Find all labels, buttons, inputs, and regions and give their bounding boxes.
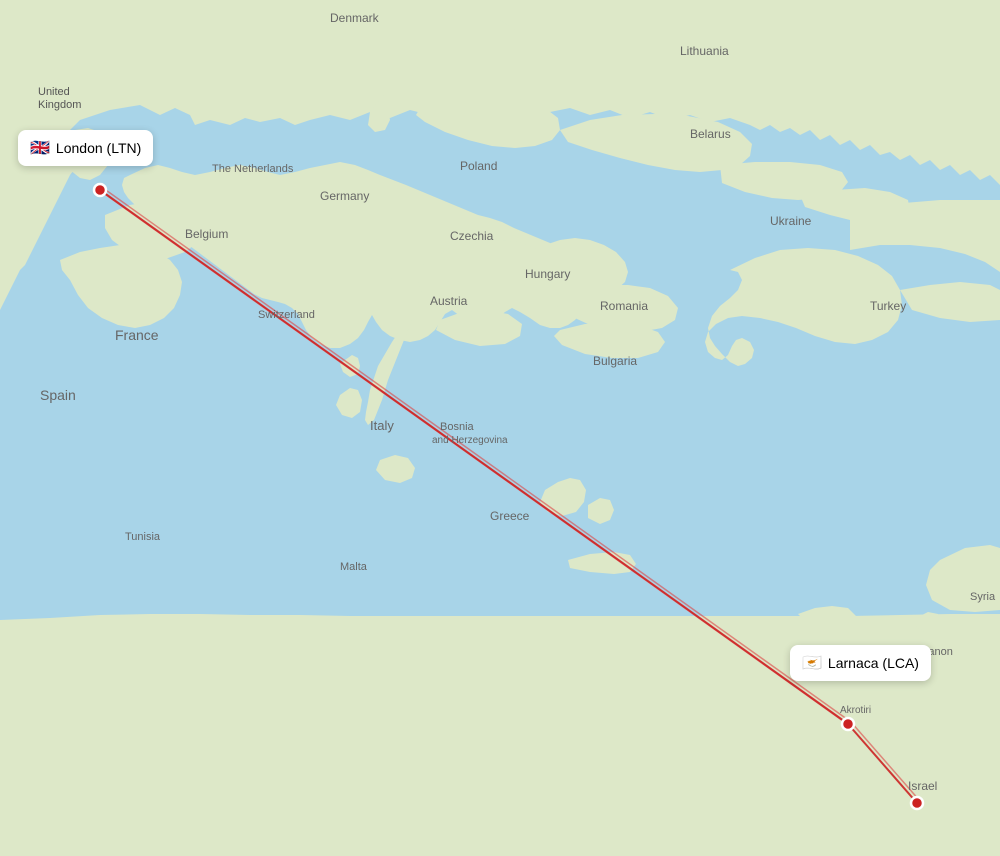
svg-text:Greece: Greece: [490, 509, 530, 523]
svg-text:Belgium: Belgium: [185, 227, 228, 241]
svg-text:Hungary: Hungary: [525, 267, 570, 281]
svg-text:Spain: Spain: [40, 387, 76, 403]
svg-text:Lithuania: Lithuania: [680, 44, 729, 58]
svg-text:Bosnia: Bosnia: [440, 421, 475, 433]
svg-text:Turkey: Turkey: [870, 299, 906, 313]
svg-text:Lebanon: Lebanon: [910, 646, 953, 658]
svg-text:United: United: [38, 86, 70, 98]
svg-text:France: France: [115, 327, 159, 343]
svg-text:Italy: Italy: [370, 418, 394, 433]
svg-text:Austria: Austria: [430, 294, 468, 308]
svg-text:Malta: Malta: [340, 561, 368, 573]
svg-text:Switzerland: Switzerland: [258, 309, 315, 321]
svg-text:Romania: Romania: [600, 299, 648, 313]
svg-text:Israel: Israel: [908, 779, 937, 793]
svg-text:Akrotiri: Akrotiri: [840, 705, 871, 716]
svg-text:Ukraine: Ukraine: [770, 214, 812, 228]
svg-text:Poland: Poland: [460, 159, 497, 173]
svg-text:Czechia: Czechia: [450, 229, 494, 243]
map-svg: United Kingdom Denmark Lithuania Belarus…: [0, 0, 1000, 856]
svg-text:Tunisia: Tunisia: [125, 531, 161, 543]
svg-text:The Netherlands: The Netherlands: [212, 163, 294, 175]
svg-text:Denmark: Denmark: [330, 11, 380, 25]
svg-text:Syria: Syria: [970, 591, 996, 603]
svg-text:Germany: Germany: [320, 189, 369, 203]
svg-text:and Herzegovina: and Herzegovina: [432, 435, 508, 446]
svg-text:Bulgaria: Bulgaria: [593, 354, 637, 368]
map-container: United Kingdom Denmark Lithuania Belarus…: [0, 0, 1000, 856]
svg-text:Kingdom: Kingdom: [38, 99, 81, 111]
svg-text:Belarus: Belarus: [690, 127, 731, 141]
